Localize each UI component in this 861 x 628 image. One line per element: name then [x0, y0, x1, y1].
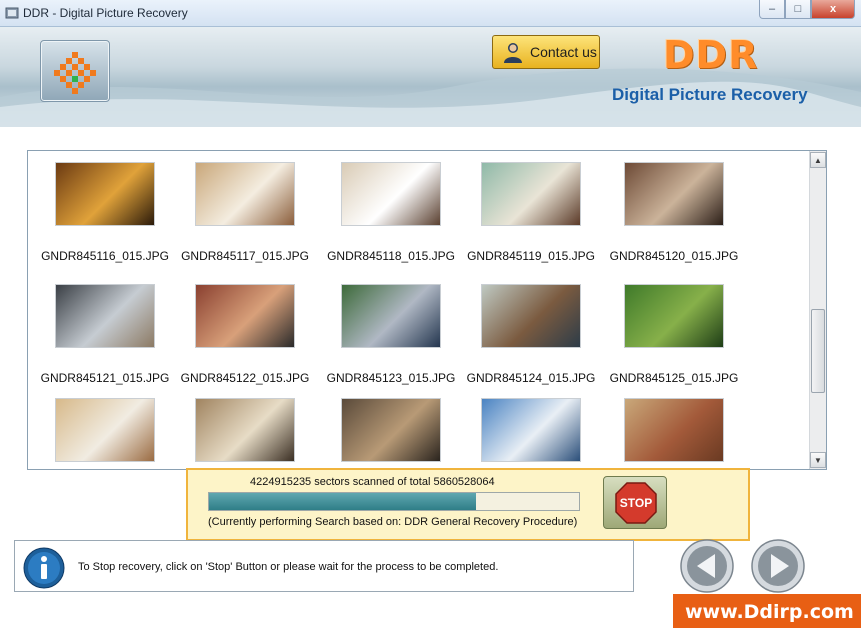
- thumbnail-filename: GNDR845120_015.JPG: [609, 249, 739, 263]
- thumbnail-image: [481, 398, 581, 462]
- thumbnail-image: [195, 284, 295, 348]
- brand-name: DDR: [663, 33, 759, 77]
- close-button[interactable]: x: [811, 0, 855, 19]
- product-subtitle: Digital Picture Recovery: [612, 85, 808, 104]
- thumbnail-filename: GNDR845121_015.JPG: [40, 371, 170, 385]
- vertical-scrollbar[interactable]: ▲ ▼: [809, 151, 826, 469]
- stop-label: STOP: [620, 496, 652, 510]
- thumbnail-image: [195, 398, 295, 462]
- title-bar: DDR - Digital Picture Recovery – □ x: [0, 0, 861, 27]
- minimize-button[interactable]: –: [759, 0, 785, 19]
- progress-bar: [208, 492, 580, 511]
- thumbnail-image: [341, 398, 441, 462]
- back-arrow-icon: [680, 539, 734, 593]
- progress-bar-fill: [209, 493, 476, 510]
- window-controls: – □ x: [759, 0, 855, 20]
- website-url: www.Ddirp.com: [685, 601, 854, 623]
- status-bar: To Stop recovery, click on 'Stop' Button…: [14, 540, 634, 592]
- thumbnail-filename: GNDR845123_015.JPG: [326, 371, 456, 385]
- thumbnail-filename: GNDR845118_015.JPG: [327, 249, 455, 263]
- thumbnail-image: [55, 162, 155, 226]
- next-arrow-icon: [751, 539, 805, 593]
- maximize-button[interactable]: □: [785, 0, 811, 19]
- window-title: DDR - Digital Picture Recovery: [23, 6, 188, 20]
- website-watermark: www.Ddirp.com: [673, 594, 861, 628]
- thumbnail-image: [624, 284, 724, 348]
- thumbnail-image: [55, 398, 155, 462]
- thumbnail-image: [195, 162, 295, 226]
- info-icon: [23, 547, 65, 589]
- app-logo: [40, 40, 110, 102]
- procedure-text: (Currently performing Search based on: D…: [208, 516, 578, 528]
- thumbnail-image: [624, 162, 724, 226]
- next-button[interactable]: [750, 538, 806, 594]
- thumbnail-image: [481, 284, 581, 348]
- thumbnail-filename: GNDR845122_015.JPG: [180, 371, 310, 385]
- thumbnail-filename: GNDR845119_015.JPG: [467, 249, 595, 263]
- app-icon: [5, 7, 19, 19]
- thumbnail-image: [341, 162, 441, 226]
- thumbnail-filename: GNDR845124_015.JPG: [466, 371, 596, 385]
- recovered-images-panel: GNDR845116_015.JPG GNDR845117_015.JPG GNDR…: [27, 150, 827, 470]
- stop-button[interactable]: STOP: [603, 476, 667, 529]
- person-icon: [504, 43, 522, 63]
- thumbnail-filename: GNDR845116_015.JPG: [41, 249, 169, 263]
- contact-us-label: Contact us: [530, 44, 597, 60]
- contact-us-button[interactable]: Contact us: [492, 35, 600, 69]
- thumbnail-image: [55, 284, 155, 348]
- scroll-down-button[interactable]: ▼: [810, 452, 826, 468]
- thumbnail-filename: GNDR845125_015.JPG: [609, 371, 739, 385]
- scroll-up-button[interactable]: ▲: [810, 152, 826, 168]
- scroll-thumb[interactable]: [811, 309, 825, 393]
- status-message: To Stop recovery, click on 'Stop' Button…: [78, 561, 499, 573]
- thumbnail-filename: GNDR845117_015.JPG: [181, 249, 309, 263]
- back-button[interactable]: [679, 538, 735, 594]
- thumbnail-image: [624, 398, 724, 462]
- thumbnail-image: [341, 284, 441, 348]
- stop-sign-icon: STOP: [615, 482, 657, 524]
- thumbnail-image: [481, 162, 581, 226]
- app-header: Contact us DDR Digital Picture Recovery: [0, 27, 861, 127]
- sectors-scanned-text: 4224915235 sectors scanned of total 5860…: [250, 476, 495, 488]
- recovery-progress-panel: 4224915235 sectors scanned of total 5860…: [186, 468, 750, 541]
- checker-logo-icon: [54, 52, 96, 94]
